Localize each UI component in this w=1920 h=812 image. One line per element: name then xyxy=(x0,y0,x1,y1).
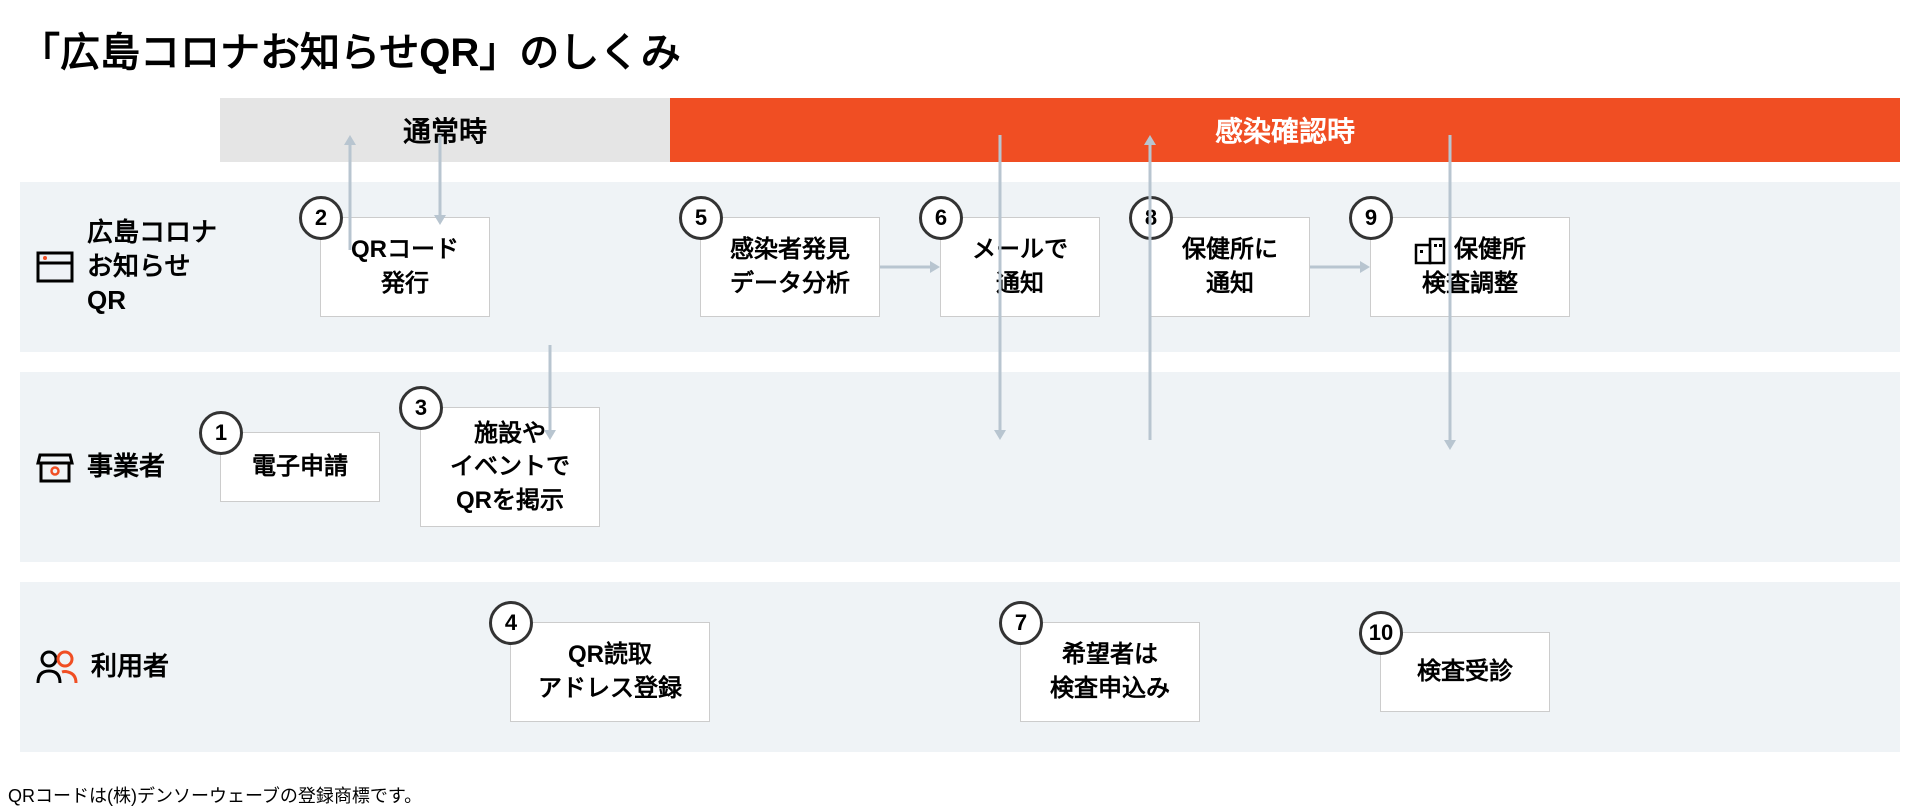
step-8-box: 8 保健所に 通知 xyxy=(1150,217,1310,317)
step-7-text-2: 検査申込み xyxy=(1050,672,1170,706)
step-10-text-1: 検査受診 xyxy=(1417,655,1513,689)
lane-business: 事業者 1 電子申請 3 施設や イベントで QRを掲示 xyxy=(20,372,1900,562)
step-6-box: 6 メールで 通知 xyxy=(940,217,1100,317)
step-10-box: 10 検査受診 xyxy=(1380,632,1550,712)
step-2-text-2: 発行 xyxy=(381,267,429,301)
step-1-text-1: 電子申請 xyxy=(252,450,348,484)
lane-user: 利用者 4 QR読取 アドレス登録 7 希望者は 検査申込み 10 検査受診 xyxy=(20,582,1900,752)
lane-business-label: 事業者 xyxy=(20,447,220,487)
step-9-icon-label: 保健所 xyxy=(1454,233,1526,267)
step-7-box: 7 希望者は 検査申込み xyxy=(1020,622,1200,722)
lane-system-label-line1: 広島コロナ xyxy=(87,216,220,250)
step-4-box: 4 QR読取 アドレス登録 xyxy=(510,622,710,722)
app-window-icon xyxy=(35,247,75,287)
store-icon xyxy=(35,447,75,487)
step-4-text-2: アドレス登録 xyxy=(538,672,682,706)
arrow-8-to-9 xyxy=(1310,257,1370,277)
lane-user-label-text: 利用者 xyxy=(91,650,169,684)
lane-user-label: 利用者 xyxy=(20,647,220,687)
users-icon xyxy=(35,647,79,687)
step-2-badge: 2 xyxy=(299,196,343,240)
step-4-text-1: QR読取 xyxy=(568,638,652,672)
step-6-badge: 6 xyxy=(919,196,963,240)
step-8-text-2: 通知 xyxy=(1206,267,1254,301)
swimlanes: 広島コロナ お知らせQR 2 QRコード 発行 5 感染者発見 データ分析 6 … xyxy=(20,182,1900,752)
step-9-text-1: 検査調整 xyxy=(1422,267,1518,301)
phase-headers: 通常時 感染確認時 xyxy=(220,98,1900,162)
step-2-text-1: QRコード xyxy=(351,233,459,267)
step-7-badge: 7 xyxy=(999,601,1043,645)
step-3-text-2: イベントで xyxy=(450,450,570,484)
header-normal: 通常時 xyxy=(220,98,670,162)
footnote: QRコードは(株)デンソーウェーブの登録商標です。 xyxy=(0,772,1920,808)
step-6-text-2: 通知 xyxy=(996,267,1044,301)
step-5-text-1: 感染者発見 xyxy=(730,233,850,267)
step-10-badge: 10 xyxy=(1359,611,1403,655)
step-7-text-1: 希望者は xyxy=(1062,638,1158,672)
step-8-badge: 8 xyxy=(1129,196,1173,240)
step-5-box: 5 感染者発見 データ分析 xyxy=(700,217,880,317)
lane-business-label-text: 事業者 xyxy=(87,450,165,484)
building-icon xyxy=(1414,235,1446,265)
step-2-box: 2 QRコード 発行 xyxy=(320,217,490,317)
step-3-text-3: QRを掲示 xyxy=(456,484,564,518)
step-5-badge: 5 xyxy=(679,196,723,240)
lane-system-label-line2: お知らせQR xyxy=(87,250,220,318)
step-8-text-1: 保健所に xyxy=(1182,233,1278,267)
step-3-badge: 3 xyxy=(399,386,443,430)
step-4-badge: 4 xyxy=(489,601,533,645)
lane-system-label: 広島コロナ お知らせQR xyxy=(20,216,220,317)
step-1-box: 1 電子申請 xyxy=(220,432,380,502)
step-6-text-1: メールで xyxy=(972,233,1068,267)
step-9-box: 9 保健所 検査調整 xyxy=(1370,217,1570,317)
step-3-text-1: 施設や xyxy=(474,417,546,451)
lane-system: 広島コロナ お知らせQR 2 QRコード 発行 5 感染者発見 データ分析 6 … xyxy=(20,182,1900,352)
arrow-5-to-6 xyxy=(880,257,940,277)
page-title: 「広島コロナお知らせQR」のしくみ xyxy=(0,0,1920,98)
step-5-text-2: データ分析 xyxy=(730,267,850,301)
step-3-box: 3 施設や イベントで QRを掲示 xyxy=(420,407,600,527)
step-1-badge: 1 xyxy=(199,411,243,455)
step-9-badge: 9 xyxy=(1349,196,1393,240)
header-infection: 感染確認時 xyxy=(670,98,1900,162)
